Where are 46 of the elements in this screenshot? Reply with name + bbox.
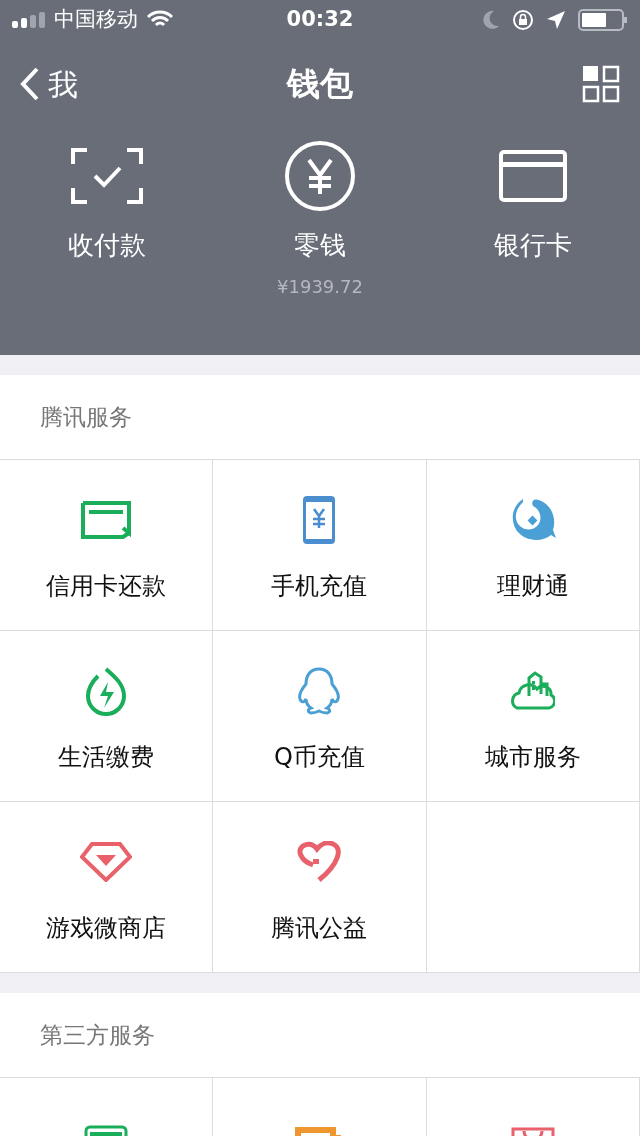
scan-check-icon: [70, 148, 143, 204]
section-title: 第三方服务: [40, 1020, 155, 1050]
phone-icon: [302, 495, 337, 545]
diamond-icon: [80, 842, 133, 882]
service-tile[interactable]: Q币充值: [213, 631, 427, 802]
action-label: 收付款: [67, 229, 146, 262]
wallet-action[interactable]: 零钱 ¥1939.72: [213, 138, 427, 300]
status-time: 00:32: [286, 6, 354, 34]
service-tile[interactable]: 手机充值: [213, 460, 427, 631]
signal-icon: [12, 12, 46, 28]
section-title: 腾讯服务: [40, 402, 132, 432]
moon-icon: [482, 10, 500, 30]
service-label: 信用卡还款: [46, 571, 167, 602]
balance-amount: ¥1939.72: [277, 275, 363, 299]
lightning-icon: [84, 666, 129, 716]
card-icon: [81, 501, 132, 539]
carrier-name: 中国移动: [54, 6, 138, 34]
wallet-action[interactable]: 银行卡: [426, 138, 640, 300]
service-label: 手机充值: [271, 571, 368, 602]
penguin-icon: [297, 666, 342, 716]
page-title: 钱包: [287, 63, 353, 106]
battery-icon: [578, 9, 628, 31]
action-label: 银行卡: [494, 229, 573, 262]
service-tile[interactable]: 理财通: [426, 460, 640, 631]
service-label: 生活缴费: [58, 742, 155, 773]
bank-card-icon: [499, 150, 568, 202]
service-label: Q币充值: [274, 742, 365, 773]
service-label: 游戏微商店: [46, 913, 167, 944]
wallet-action[interactable]: 收付款: [0, 138, 214, 300]
grid-menu-icon[interactable]: [582, 65, 620, 103]
back-button[interactable]: 我: [20, 61, 78, 107]
service-tile[interactable]: 生活缴费: [0, 631, 214, 802]
yuan-coin-icon: [284, 140, 356, 212]
service-tile[interactable]: 城市服务: [426, 631, 640, 802]
service-tile[interactable]: 游戏微商店: [0, 802, 214, 973]
rotation-lock-icon: [512, 9, 534, 31]
service-tile[interactable]: 信用卡还款: [0, 460, 214, 631]
chevron-left-icon: [20, 67, 40, 101]
action-label: 零钱: [294, 229, 346, 262]
service-label: 城市服务: [484, 742, 581, 773]
service-label: 腾讯公益: [271, 913, 368, 944]
location-arrow-icon: [546, 10, 566, 30]
service-tile[interactable]: 腾讯公益: [213, 802, 427, 973]
cloud-city-icon: [510, 670, 555, 712]
service-label: 理财通: [496, 571, 569, 602]
heart-icon: [295, 841, 344, 883]
